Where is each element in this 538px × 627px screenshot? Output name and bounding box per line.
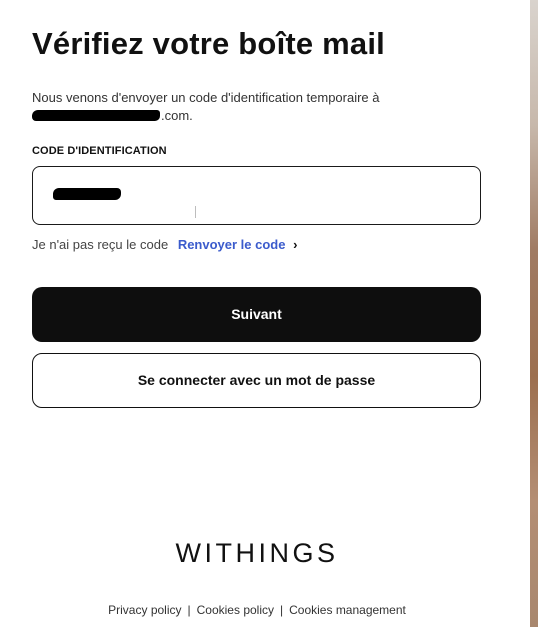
email-suffix: .com. [161, 108, 193, 123]
next-button[interactable]: Suivant [32, 287, 481, 342]
login-panel: Vérifiez votre boîte mail Nous venons d'… [0, 0, 530, 627]
footer-separator: | [187, 603, 191, 617]
background-image-edge [530, 0, 538, 627]
cookies-policy-link[interactable]: Cookies policy [197, 603, 274, 617]
text-cursor [195, 206, 196, 218]
chevron-right-icon[interactable]: › [293, 236, 297, 254]
resend-code-link[interactable]: Renvoyer le code [178, 237, 286, 252]
intro-text: Nous venons d'envoyer un code d'identifi… [32, 89, 472, 125]
code-input[interactable] [32, 166, 481, 225]
privacy-policy-link[interactable]: Privacy policy [108, 603, 181, 617]
resend-prompt: Je n'ai pas reçu le code [32, 237, 169, 252]
redacted-code-value [53, 188, 121, 200]
redacted-email [32, 110, 160, 121]
footer-links: Privacy policy | Cookies policy | Cookies ma… [0, 603, 514, 617]
password-login-button[interactable]: Se connecter avec un mot de passe [32, 353, 481, 408]
footer-separator: | [280, 603, 284, 617]
page-title: Vérifiez votre boîte mail [32, 26, 385, 61]
withings-logo: WITHINGS [175, 538, 339, 568]
code-field-label: CODE D'IDENTIFICATION [32, 145, 167, 157]
email-line: .com. [32, 107, 472, 125]
resend-row: Je n'ai pas reçu le code Renvoyer le cod… [32, 236, 297, 254]
intro-line: Nous venons d'envoyer un code d'identifi… [32, 90, 380, 105]
cookies-management-link[interactable]: Cookies management [289, 603, 406, 617]
